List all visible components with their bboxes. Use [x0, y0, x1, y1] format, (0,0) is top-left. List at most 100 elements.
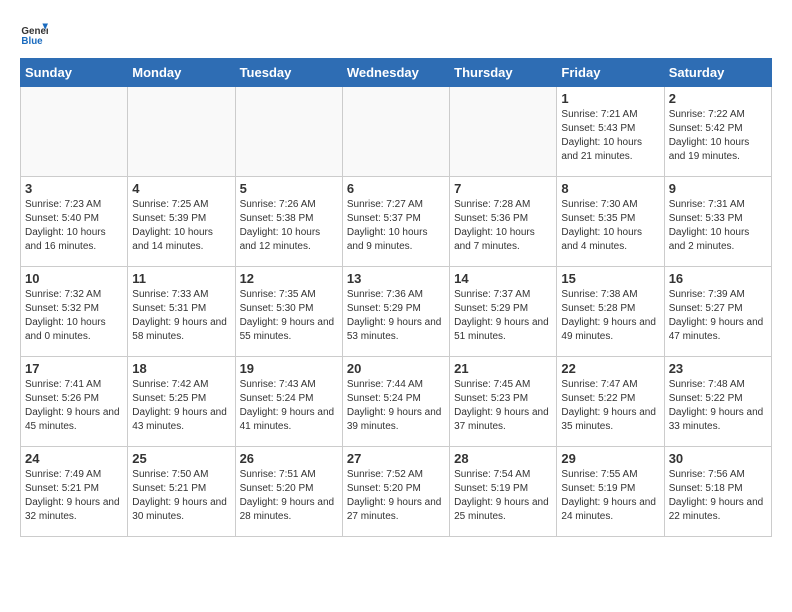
week-row-3: 17 Sunrise: 7:41 AMSunset: 5:26 PMDayligh… [21, 357, 772, 447]
day-number: 13 [347, 271, 445, 286]
calendar-cell: 7 Sunrise: 7:28 AMSunset: 5:36 PMDaylight… [450, 177, 557, 267]
calendar-cell: 15 Sunrise: 7:38 AMSunset: 5:28 PMDayligh… [557, 267, 664, 357]
calendar-cell: 20 Sunrise: 7:44 AMSunset: 5:24 PMDayligh… [342, 357, 449, 447]
day-number: 15 [561, 271, 659, 286]
calendar-cell: 8 Sunrise: 7:30 AMSunset: 5:35 PMDaylight… [557, 177, 664, 267]
calendar-cell: 23 Sunrise: 7:48 AMSunset: 5:22 PMDayligh… [664, 357, 771, 447]
day-number: 10 [25, 271, 123, 286]
calendar-cell: 28 Sunrise: 7:54 AMSunset: 5:19 PMDayligh… [450, 447, 557, 537]
week-row-1: 3 Sunrise: 7:23 AMSunset: 5:40 PMDaylight… [21, 177, 772, 267]
day-info: Sunrise: 7:23 AMSunset: 5:40 PMDaylight:… [25, 198, 123, 254]
calendar-cell: 17 Sunrise: 7:41 AMSunset: 5:26 PMDayligh… [21, 357, 128, 447]
day-info: Sunrise: 7:38 AMSunset: 5:28 PMDaylight:… [561, 288, 659, 344]
day-info: Sunrise: 7:43 AMSunset: 5:24 PMDaylight:… [240, 378, 338, 434]
day-number: 4 [132, 181, 230, 196]
day-number: 1 [561, 91, 659, 106]
day-number: 25 [132, 451, 230, 466]
calendar-cell: 27Sunrise: 7:52 AMSunset: 5:20 PMDayligh… [342, 447, 449, 537]
day-number: 20 [347, 361, 445, 376]
day-number: 14 [454, 271, 552, 286]
calendar-cell: 10 Sunrise: 7:32 AMSunset: 5:32 PMDayligh… [21, 267, 128, 357]
calendar-cell: 30 Sunrise: 7:56 AMSunset: 5:18 PMDayligh… [664, 447, 771, 537]
day-number: 21 [454, 361, 552, 376]
day-number: 3 [25, 181, 123, 196]
day-info: Sunrise: 7:21 AMSunset: 5:43 PMDaylight:… [561, 108, 659, 164]
day-number: 28 [454, 451, 552, 466]
header: General Blue [20, 20, 772, 48]
calendar-cell: 3 Sunrise: 7:23 AMSunset: 5:40 PMDaylight… [21, 177, 128, 267]
day-info: Sunrise: 7:48 AMSunset: 5:22 PMDaylight:… [669, 378, 767, 434]
calendar-cell: 22 Sunrise: 7:47 AMSunset: 5:22 PMDayligh… [557, 357, 664, 447]
header-cell-thursday: Thursday [450, 59, 557, 87]
day-info: Sunrise: 7:56 AMSunset: 5:18 PMDaylight:… [669, 468, 767, 524]
day-number: 18 [132, 361, 230, 376]
calendar-cell [21, 87, 128, 177]
logo-icon: General Blue [20, 20, 48, 48]
day-info: Sunrise: 7:49 AMSunset: 5:21 PMDaylight:… [25, 468, 123, 524]
day-info: Sunrise: 7:27 AMSunset: 5:37 PMDaylight:… [347, 198, 445, 254]
header-cell-sunday: Sunday [21, 59, 128, 87]
day-number: 12 [240, 271, 338, 286]
day-info: Sunrise: 7:35 AMSunset: 5:30 PMDaylight:… [240, 288, 338, 344]
day-number: 8 [561, 181, 659, 196]
day-info: Sunrise: 7:51 AMSunset: 5:20 PMDaylight:… [240, 468, 338, 524]
day-info: Sunrise: 7:28 AMSunset: 5:36 PMDaylight:… [454, 198, 552, 254]
header-cell-saturday: Saturday [664, 59, 771, 87]
calendar-cell: 14 Sunrise: 7:37 AMSunset: 5:29 PMDayligh… [450, 267, 557, 357]
calendar-table: SundayMondayTuesdayWednesdayThursdayFrid… [20, 58, 772, 537]
header-cell-tuesday: Tuesday [235, 59, 342, 87]
day-info: Sunrise: 7:37 AMSunset: 5:29 PMDaylight:… [454, 288, 552, 344]
calendar-cell [342, 87, 449, 177]
calendar-cell: 2Sunrise: 7:22 AMSunset: 5:42 PMDaylight… [664, 87, 771, 177]
day-number: 29 [561, 451, 659, 466]
calendar-cell: 29 Sunrise: 7:55 AMSunset: 5:19 PMDayligh… [557, 447, 664, 537]
day-info: Sunrise: 7:52 AMSunset: 5:20 PMDaylight:… [347, 468, 445, 524]
calendar-cell: 11Sunrise: 7:33 AMSunset: 5:31 PMDayligh… [128, 267, 235, 357]
svg-text:Blue: Blue [21, 36, 43, 47]
calendar-header-row: SundayMondayTuesdayWednesdayThursdayFrid… [21, 59, 772, 87]
day-info: Sunrise: 7:36 AMSunset: 5:29 PMDaylight:… [347, 288, 445, 344]
calendar-cell: 24 Sunrise: 7:49 AMSunset: 5:21 PMDayligh… [21, 447, 128, 537]
calendar-cell: 12 Sunrise: 7:35 AMSunset: 5:30 PMDayligh… [235, 267, 342, 357]
day-info: Sunrise: 7:42 AMSunset: 5:25 PMDaylight:… [132, 378, 230, 434]
week-row-0: 1 Sunrise: 7:21 AMSunset: 5:43 PMDaylight… [21, 87, 772, 177]
day-number: 2 [669, 91, 767, 106]
day-number: 23 [669, 361, 767, 376]
calendar-cell: 19Sunrise: 7:43 AMSunset: 5:24 PMDayligh… [235, 357, 342, 447]
day-info: Sunrise: 7:25 AMSunset: 5:39 PMDaylight:… [132, 198, 230, 254]
calendar-cell: 6 Sunrise: 7:27 AMSunset: 5:37 PMDaylight… [342, 177, 449, 267]
day-number: 17 [25, 361, 123, 376]
calendar-cell: 18 Sunrise: 7:42 AMSunset: 5:25 PMDayligh… [128, 357, 235, 447]
day-number: 9 [669, 181, 767, 196]
calendar-cell [128, 87, 235, 177]
calendar-cell: 4 Sunrise: 7:25 AMSunset: 5:39 PMDaylight… [128, 177, 235, 267]
day-info: Sunrise: 7:30 AMSunset: 5:35 PMDaylight:… [561, 198, 659, 254]
logo: General Blue [20, 20, 48, 48]
day-info: Sunrise: 7:41 AMSunset: 5:26 PMDaylight:… [25, 378, 123, 434]
day-number: 24 [25, 451, 123, 466]
day-info: Sunrise: 7:47 AMSunset: 5:22 PMDaylight:… [561, 378, 659, 434]
day-number: 30 [669, 451, 767, 466]
calendar-cell: 13 Sunrise: 7:36 AMSunset: 5:29 PMDayligh… [342, 267, 449, 357]
calendar-cell: 1 Sunrise: 7:21 AMSunset: 5:43 PMDaylight… [557, 87, 664, 177]
day-info: Sunrise: 7:55 AMSunset: 5:19 PMDaylight:… [561, 468, 659, 524]
day-number: 6 [347, 181, 445, 196]
day-number: 7 [454, 181, 552, 196]
day-number: 22 [561, 361, 659, 376]
calendar-body: 1 Sunrise: 7:21 AMSunset: 5:43 PMDaylight… [21, 87, 772, 537]
day-info: Sunrise: 7:44 AMSunset: 5:24 PMDaylight:… [347, 378, 445, 434]
day-info: Sunrise: 7:39 AMSunset: 5:27 PMDaylight:… [669, 288, 767, 344]
week-row-2: 10 Sunrise: 7:32 AMSunset: 5:32 PMDayligh… [21, 267, 772, 357]
day-info: Sunrise: 7:32 AMSunset: 5:32 PMDaylight:… [25, 288, 123, 344]
day-info: Sunrise: 7:31 AMSunset: 5:33 PMDaylight:… [669, 198, 767, 254]
day-number: 26 [240, 451, 338, 466]
calendar-cell: 25 Sunrise: 7:50 AMSunset: 5:21 PMDayligh… [128, 447, 235, 537]
day-number: 16 [669, 271, 767, 286]
calendar-cell: 5Sunrise: 7:26 AMSunset: 5:38 PMDaylight… [235, 177, 342, 267]
calendar-cell [450, 87, 557, 177]
day-info: Sunrise: 7:50 AMSunset: 5:21 PMDaylight:… [132, 468, 230, 524]
header-cell-monday: Monday [128, 59, 235, 87]
calendar-cell: 16 Sunrise: 7:39 AMSunset: 5:27 PMDayligh… [664, 267, 771, 357]
day-info: Sunrise: 7:45 AMSunset: 5:23 PMDaylight:… [454, 378, 552, 434]
day-info: Sunrise: 7:54 AMSunset: 5:19 PMDaylight:… [454, 468, 552, 524]
